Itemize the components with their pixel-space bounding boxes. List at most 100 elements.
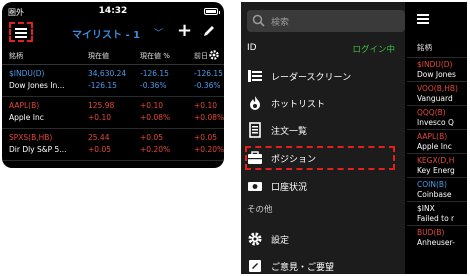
watchlist-title[interactable]: マイリスト - 1 — [72, 26, 140, 41]
row-prev: +0.10 — [194, 101, 217, 110]
watchlist-rows: $INDU(D) 34,630.24 -126.15 -126.15 Dow J… — [2, 65, 224, 161]
table-header: 銘柄 現在値 現在値 % 前日 — [2, 48, 224, 65]
list-name: Vanguard — [417, 94, 453, 103]
row-pct: +0.10 — [140, 101, 163, 110]
header-prev[interactable]: 前日 — [194, 51, 208, 61]
list-item[interactable]: $INX Failed to r — [407, 201, 467, 225]
list-item[interactable]: KEGX(D,H Key Energ — [407, 153, 467, 177]
row-change: +0.10 — [88, 113, 111, 122]
gear-icon — [248, 232, 262, 246]
row-price: 125.98 — [88, 101, 115, 110]
list-name: Failed to r — [417, 214, 455, 223]
search-placeholder: 検索 — [271, 18, 290, 28]
row-name: Dir Dly S&P 5... — [9, 145, 67, 154]
row-prev-change: -0.36% — [194, 81, 221, 90]
side-drawer: 検索 ID ログイン中 レーダースクリーン ホットリスト 注文一覧 ポジション … — [241, 2, 405, 274]
row-pct-change: +0.08% — [140, 113, 171, 122]
list-name: Dow Jones — [417, 70, 456, 79]
hamburger-icon[interactable] — [417, 14, 429, 24]
row-pct: +0.05 — [140, 133, 163, 142]
section-other-title: その他 — [247, 205, 273, 215]
status-time: 14:32 — [98, 6, 128, 16]
row-symbol: $INDU(D) — [9, 69, 45, 78]
menu-label: 設定 — [271, 236, 290, 246]
list-name: Coinbase — [417, 190, 452, 199]
menu-label: ホットリスト — [271, 100, 326, 110]
menu-label: レーダースクリーン — [271, 73, 352, 83]
list-symbol: AAPL(B) — [417, 132, 448, 141]
menu-item-account-status[interactable]: 口座状況 — [241, 173, 405, 199]
list-item[interactable]: VOO(B,HB) Vanguard — [407, 81, 467, 105]
list-symbol: QQQ(B) — [417, 108, 446, 117]
menu-button[interactable] — [9, 22, 33, 42]
row-prev-change: +0.20% — [194, 145, 224, 154]
menu-label: 注文一覧 — [271, 127, 308, 137]
table-row[interactable]: $INDU(D) 34,630.24 -126.15 -126.15 Dow J… — [2, 65, 224, 97]
list-item[interactable]: QQQ(B) Invesco Q — [407, 105, 467, 129]
menu-item-position[interactable]: ポジション — [241, 145, 405, 171]
search-input[interactable]: 検索 — [247, 10, 405, 32]
list-name: Key Energ — [417, 166, 455, 175]
row-change: -126.15 — [88, 81, 117, 90]
highlight-box — [245, 146, 395, 170]
row-name: Apple Inc — [9, 113, 44, 122]
menu-item-hot-list[interactable]: ホットリスト — [241, 90, 405, 116]
row-prev-change: +0.08% — [194, 113, 224, 122]
list-item[interactable]: $INDU(D) Dow Jones — [407, 57, 467, 81]
gear-icon[interactable] — [208, 49, 220, 61]
list-symbol: VOO(B,HB) — [417, 84, 458, 93]
search-icon — [252, 14, 265, 27]
edit-pencil-icon[interactable] — [202, 24, 216, 38]
list-symbol: BUD(B) — [417, 228, 445, 237]
briefcase-icon — [248, 151, 262, 164]
radar-screen-icon — [248, 70, 262, 82]
account-id-row[interactable]: ID ログイン中 — [241, 40, 405, 58]
feedback-icon — [249, 260, 261, 272]
menu-label: 口座状況 — [271, 183, 308, 193]
menu-label: ポジション — [271, 155, 317, 165]
background-watchlist: 銘柄 $INDU(D) Dow Jones VOO(B,HB) Vanguard… — [407, 2, 467, 274]
table-row[interactable]: SPXS(B,HB) 25.44 +0.05 +0.05 Dir Dly S&P… — [2, 129, 224, 161]
watchlist-screen: 圏外 14:32 マイリスト - 1 ﹀ + 銘柄 現在値 現在値 % 前日 $… — [2, 2, 224, 168]
menu-item-settings[interactable]: 設定 — [241, 226, 405, 252]
header-price[interactable]: 現在値 — [88, 51, 109, 61]
row-name: Dow Jones In... — [9, 81, 65, 90]
menu-label: ご意見・ご要望 — [271, 263, 335, 273]
row-prev: +0.05 — [194, 133, 217, 142]
list-symbol: KEGX(D,H — [417, 156, 455, 165]
chevron-down-icon[interactable]: ﹀ — [154, 26, 163, 39]
menu-item-feedback[interactable]: ご意見・ご要望 — [241, 253, 405, 274]
order-list-icon — [249, 122, 261, 138]
hamburger-icon — [15, 27, 27, 38]
list-item[interactable]: BUD(B) Anheuser- — [407, 225, 467, 249]
list-item[interactable]: AAPL(B) Apple Inc — [407, 129, 467, 153]
row-pct-change: -0.36% — [140, 81, 167, 90]
row-change: +0.05 — [88, 145, 111, 154]
login-status: ログイン中 — [352, 45, 395, 55]
toolbar: マイリスト - 1 ﹀ + — [2, 20, 224, 48]
header-price-pct[interactable]: 現在値 % — [140, 51, 170, 61]
menu-item-radar-screen[interactable]: レーダースクリーン — [241, 63, 405, 89]
list-name: Apple Inc — [417, 142, 452, 151]
battery-icon — [204, 8, 220, 15]
behind-header-symbol: 銘柄 — [417, 43, 432, 52]
id-label: ID — [247, 43, 257, 53]
row-price: 34,630.24 — [88, 69, 127, 78]
row-prev: -126.15 — [194, 69, 223, 78]
list-name: Anheuser- — [417, 238, 455, 247]
money-icon — [248, 182, 262, 191]
list-name: Invesco Q — [417, 118, 454, 127]
status-bar: 圏外 14:32 — [2, 2, 224, 20]
list-symbol: $INDU(D) — [417, 60, 453, 69]
list-item[interactable]: COIN(B) Coinbase — [407, 177, 467, 201]
side-menu-screen: 検索 ID ログイン中 レーダースクリーン ホットリスト 注文一覧 ポジション … — [241, 2, 467, 274]
add-button[interactable]: + — [177, 21, 192, 41]
row-price: 25.44 — [88, 133, 110, 142]
row-symbol: SPXS(B,HB) — [9, 133, 53, 142]
header-symbol[interactable]: 銘柄 — [9, 51, 23, 61]
battery-fill — [206, 10, 217, 13]
table-row[interactable]: AAPL(B) 125.98 +0.10 +0.10 Apple Inc +0.… — [2, 97, 224, 129]
flame-icon — [250, 96, 260, 110]
menu-item-order-list[interactable]: 注文一覧 — [241, 117, 405, 143]
list-symbol: COIN(B) — [417, 180, 447, 189]
